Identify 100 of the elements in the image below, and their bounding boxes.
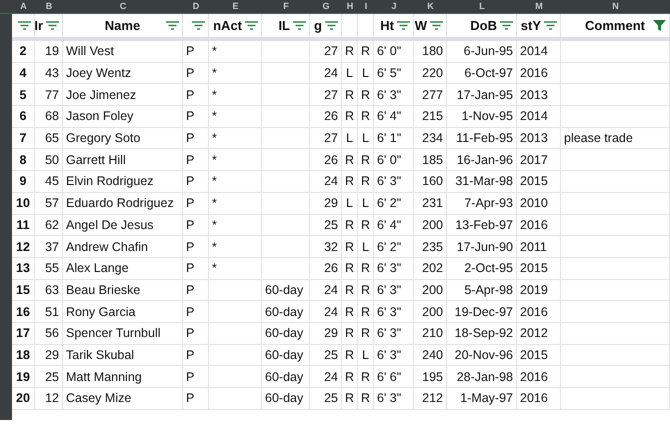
table-cell: Jason Foley — [63, 106, 183, 128]
table-cell: 2017 — [517, 149, 561, 172]
table-cell: R — [358, 41, 374, 63]
table-cell: P — [183, 214, 209, 236]
column-letter[interactable]: I — [358, 0, 374, 13]
row-header[interactable] — [0, 14, 12, 37]
table-cell: 24 — [310, 301, 342, 323]
column-letter[interactable]: K — [414, 0, 447, 13]
table-cell: 6' 3" — [374, 84, 414, 106]
table-cell: 24 — [310, 62, 342, 84]
table-cell: 37 — [35, 236, 63, 258]
row-header[interactable] — [0, 410, 12, 420]
table-cell: Alex Lange — [63, 258, 183, 280]
filter-icon[interactable] — [325, 21, 338, 30]
filter-icon[interactable] — [192, 21, 205, 30]
table-cell: 215 — [414, 106, 447, 128]
table-cell: 2019 — [517, 280, 561, 302]
table-cell: R — [358, 301, 374, 323]
table-cell: Angel De Jesus — [63, 214, 183, 236]
column-letter[interactable]: D — [183, 0, 209, 13]
table-cell: 25 — [310, 214, 342, 236]
table-cell: 2015 — [517, 171, 561, 193]
table-cell: 19 — [35, 41, 63, 63]
filter-icon[interactable] — [430, 21, 443, 30]
table-cell: R — [342, 280, 358, 302]
table-cell: P — [183, 41, 209, 63]
table-cell: 2013 — [517, 128, 561, 150]
filter-icon[interactable] — [293, 21, 306, 30]
table-cell: 65 — [35, 128, 63, 150]
table-cell: 240 — [414, 344, 447, 366]
table-cell: 12 — [35, 388, 63, 410]
table-cell: 6' 3" — [374, 258, 414, 280]
table-cell: 26 — [310, 106, 342, 128]
table-cell: 6' 4" — [374, 214, 414, 236]
table-cell: P — [183, 171, 209, 193]
table-cell: 77 — [35, 84, 63, 106]
table-cell: 2015 — [517, 344, 561, 366]
table-cell: 6-Oct-97 — [447, 62, 517, 84]
table-cell: 62 — [35, 214, 63, 236]
filter-icon[interactable] — [500, 21, 513, 30]
table-cell: 2011 — [517, 236, 561, 258]
column-letter[interactable]: C — [63, 0, 183, 13]
table-cell — [209, 344, 262, 366]
table-cell — [262, 128, 310, 150]
filter-icon[interactable] — [46, 21, 59, 30]
table-cell: 27 — [310, 84, 342, 106]
table-cell: 29 — [310, 322, 342, 345]
table-cell: 6' 3" — [374, 171, 414, 193]
column-letter[interactable]: N — [561, 0, 670, 13]
table-cell: 6' 0" — [374, 41, 414, 63]
filter-icon[interactable] — [18, 21, 31, 30]
table-cell — [209, 322, 262, 345]
filter-icon[interactable] — [653, 20, 666, 31]
table-cell: 24 — [310, 171, 342, 193]
table-cell: 16-Jan-96 — [447, 149, 517, 172]
table-cell: 235 — [414, 236, 447, 258]
table-cell: 5 — [12, 84, 35, 106]
filter-icon[interactable] — [166, 21, 179, 30]
table-cell: 6' 4" — [374, 106, 414, 128]
table-cell: 11 — [12, 214, 35, 236]
table-cell: 202 — [414, 258, 447, 280]
table-cell: 57 — [35, 192, 63, 214]
column-header: W — [414, 18, 427, 33]
table-cell: 2015 — [517, 258, 561, 280]
column-letter[interactable]: G — [310, 0, 342, 13]
column-letter[interactable]: M — [517, 0, 561, 13]
table-cell: P — [183, 301, 209, 323]
filter-icon[interactable] — [397, 21, 410, 30]
table-cell: 13 — [12, 258, 35, 280]
column-letter[interactable]: F — [262, 0, 310, 13]
table-cell: 160 — [414, 171, 447, 193]
table-cell — [262, 149, 310, 172]
filter-icon[interactable] — [544, 21, 557, 30]
column-letter[interactable]: B — [35, 0, 63, 13]
column-letter[interactable]: L — [447, 0, 517, 13]
table-cell: 25 — [310, 344, 342, 366]
table-cell: 277 — [414, 84, 447, 106]
column-letter[interactable]: H — [342, 0, 358, 13]
table-cell: 200 — [414, 280, 447, 302]
table-cell — [262, 41, 310, 63]
table-cell: * — [209, 171, 262, 193]
table-cell: 12 — [12, 236, 35, 258]
table-cell: R — [358, 258, 374, 280]
table-cell: R — [358, 106, 374, 128]
table-cell: 20-Nov-96 — [447, 344, 517, 366]
column-letter[interactable]: A — [12, 0, 35, 13]
table-cell: Elvin Rodriguez — [63, 171, 183, 193]
table-cell: 17-Jan-95 — [447, 84, 517, 106]
table-cell: R — [342, 366, 358, 388]
table-cell: R — [342, 171, 358, 193]
table-cell: 6' 0" — [374, 149, 414, 172]
column-letter[interactable]: J — [374, 0, 414, 13]
table-cell: R — [342, 106, 358, 128]
table-cell: P — [183, 236, 209, 258]
column-letter[interactable]: E — [209, 0, 262, 13]
filter-icon[interactable] — [245, 21, 258, 30]
table-cell: 2016 — [517, 214, 561, 236]
table-cell: 29 — [310, 192, 342, 214]
table-cell: Garrett Hill — [63, 149, 183, 172]
table-cell — [262, 192, 310, 214]
